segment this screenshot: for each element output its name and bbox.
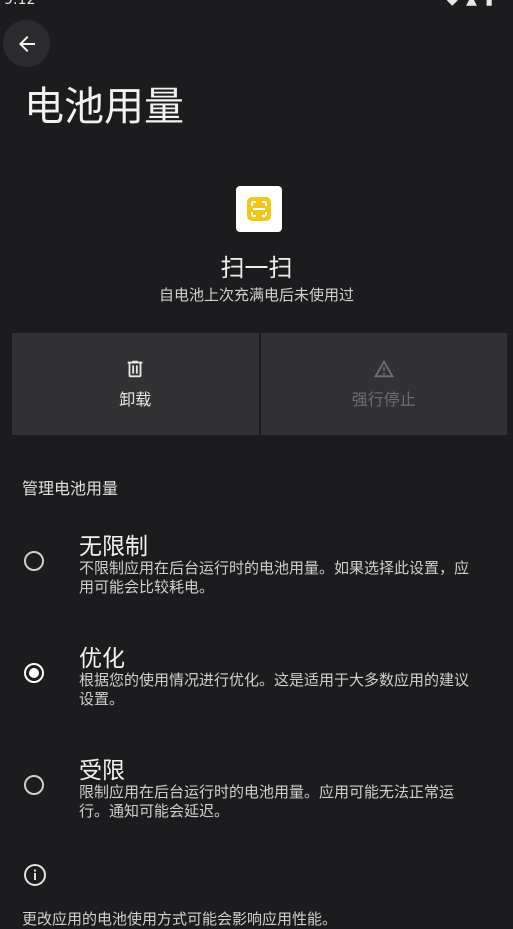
- option-title: 优化: [79, 646, 125, 672]
- force-stop-label: 强行停止: [351, 390, 416, 409]
- app-name: 扫一扫: [220, 254, 293, 282]
- footer-note: 更改应用的电池使用方式可能会影响应用性能。: [22, 910, 338, 928]
- status-bar: 9:12 ◆ ▲ ▮: [0, 0, 513, 10]
- scan-icon: [247, 197, 271, 221]
- arrow-left-icon: [18, 35, 35, 52]
- option-description: 根据您的使用情况进行优化。这是适用于大多数应用的建议设置。: [79, 671, 470, 708]
- force-stop-button[interactable]: 强行停止: [260, 333, 507, 435]
- status-time: 9:12: [4, 0, 36, 8]
- back-button[interactable]: [3, 20, 50, 67]
- option-title: 无限制: [79, 534, 148, 560]
- option-description: 不限制应用在后台运行时的电池用量。如果选择此设置，应用可能会比较耗电。: [79, 559, 470, 596]
- info-icon: [23, 863, 47, 891]
- app-actions: 卸载 强行停止: [12, 333, 507, 435]
- status-icons: ◆ ▲ ▮: [446, 0, 495, 8]
- uninstall-label: 卸载: [119, 390, 152, 409]
- radio-restricted[interactable]: [24, 775, 44, 795]
- uninstall-button[interactable]: 卸载: [12, 333, 259, 435]
- radio-unrestricted[interactable]: [24, 551, 44, 571]
- app-usage-subtitle: 自电池上次充满电后未使用过: [158, 286, 354, 304]
- page-title: 电池用量: [24, 84, 184, 130]
- option-description: 限制应用在后台运行时的电池用量。应用可能无法正常运行。通知可能会延迟。: [79, 783, 455, 820]
- option-title: 受限: [79, 758, 125, 784]
- app-icon: [236, 186, 282, 232]
- radio-optimized[interactable]: [24, 663, 44, 683]
- warning-icon: [373, 359, 394, 378]
- trash-icon: [127, 360, 143, 378]
- section-label: 管理电池用量: [22, 479, 119, 498]
